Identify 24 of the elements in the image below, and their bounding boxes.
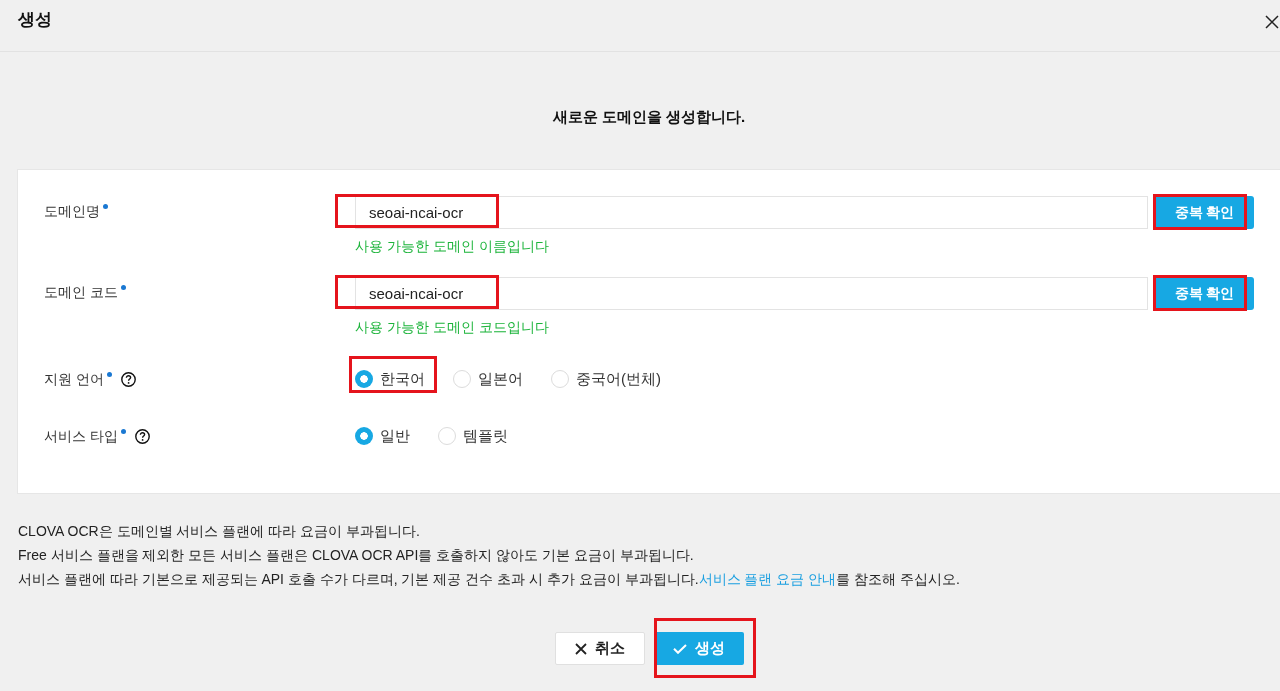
radio-option[interactable]: 일본어 — [453, 367, 523, 391]
check-icon — [672, 643, 687, 654]
note-text: CLOVA OCR은 도메인별 서비스 플랜에 따라 요금이 부과됩니다. — [18, 522, 420, 541]
field-label: 도메인명 — [44, 202, 100, 221]
field-label: 도메인 코드 — [44, 283, 118, 302]
radio-option[interactable]: 템플릿 — [438, 424, 508, 448]
note-text: 서비스 플랜에 따라 기본으로 제공되는 API 호출 수가 다르며, 기본 제공 건수 초과 시 추가 요금이 부과됩니다.서비스 플랜 요금 안내 를 참조해 주십시오. — [18, 570, 960, 589]
intro-text: 새로운 도메인을 생성합니다. — [552, 107, 746, 127]
note-text: Free 서비스 플랜을 제외한 모든 서비스 플랜은 CLOVA OCR API를 호출하지 않아도 기본 요금이 부과됩니다. — [18, 546, 694, 565]
help-icon[interactable] — [120, 371, 136, 387]
cancel-button[interactable]: 취소 — [554, 632, 645, 665]
radio-option[interactable]: 일반 — [355, 424, 410, 448]
field-label: 서비스 타입 — [44, 427, 118, 446]
dialog-title: 생성 — [18, 9, 52, 31]
success-message: 사용 가능한 도메인 이름입니다 — [355, 237, 550, 256]
x-icon — [574, 642, 587, 655]
radio-option[interactable]: 한국어 — [355, 367, 425, 391]
radio-option[interactable]: 중국어(번체) — [551, 367, 661, 391]
close-icon[interactable] — [1265, 15, 1279, 29]
success-message: 사용 가능한 도메인 코드입니다 — [355, 318, 550, 337]
text-field[interactable]: seoai-ncai-ocr — [355, 277, 1148, 310]
field-label: 지원 언어 — [44, 370, 104, 389]
text-field[interactable]: seoai-ncai-ocr — [355, 196, 1148, 229]
help-icon[interactable] — [134, 428, 150, 444]
